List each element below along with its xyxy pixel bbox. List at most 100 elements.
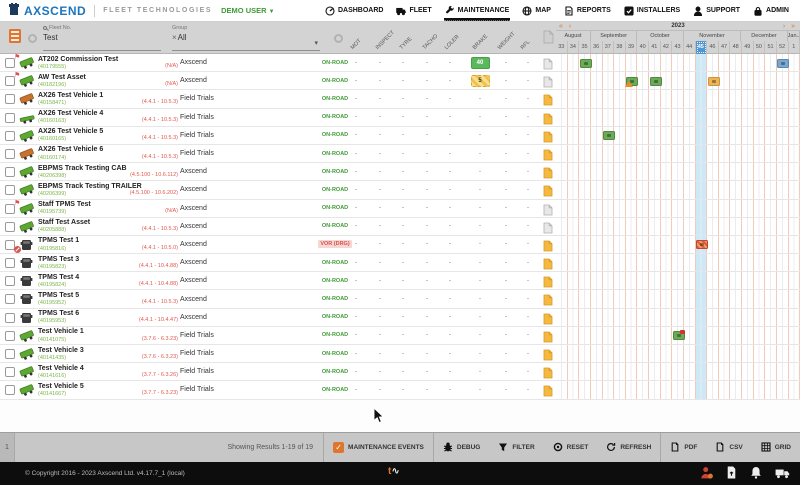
timeline-week-48[interactable]: 48 <box>730 41 742 54</box>
group-dropdown-caret-icon[interactable]: ▾ <box>314 39 318 47</box>
timeline-cell[interactable] <box>579 163 591 180</box>
maintenance-events-button[interactable]: ✓MAINTENANCE EVENTS <box>323 433 433 462</box>
timeline-cell[interactable] <box>579 127 591 144</box>
timeline-cell[interactable] <box>603 272 615 289</box>
timeline-cell[interactable] <box>661 145 673 162</box>
timeline-cell[interactable] <box>556 145 568 162</box>
table-row[interactable]: Staff Test Asset(40205888)(4.4.1 - 10.5.… <box>0 218 800 236</box>
timeline-cell[interactable] <box>765 381 777 398</box>
timeline-cell[interactable] <box>707 181 719 198</box>
vehicle-name[interactable]: TPMS Test 5 <box>38 292 79 299</box>
timeline-cell[interactable] <box>765 218 777 235</box>
timeline-cell[interactable] <box>661 109 673 126</box>
timeline-cell[interactable] <box>591 363 603 380</box>
maintenance-event-marker[interactable] <box>673 331 685 340</box>
timeline-cell[interactable] <box>568 327 580 344</box>
timeline-cell[interactable] <box>591 236 603 253</box>
timeline-week-44[interactable]: 44 <box>684 41 696 54</box>
timeline-cell[interactable] <box>742 345 754 362</box>
timeline-cell[interactable] <box>556 181 568 198</box>
fleet-no-field[interactable]: Fleet No. Test <box>43 25 161 51</box>
timeline-cell[interactable] <box>730 272 742 289</box>
timeline-prev-buttons[interactable]: « ‹ <box>559 22 573 31</box>
timeline-cell[interactable] <box>626 381 638 398</box>
timeline-cell[interactable] <box>730 290 742 307</box>
nav-map[interactable]: MAP <box>521 3 552 19</box>
table-row[interactable]: AX26 Test Vehicle 6(40160174)(4.4.1 - 10… <box>0 145 800 163</box>
timeline-cell[interactable] <box>719 218 731 235</box>
timeline-cell[interactable] <box>614 381 626 398</box>
timeline-cell[interactable] <box>719 127 731 144</box>
timeline-cell[interactable] <box>684 290 696 307</box>
timeline-cell[interactable] <box>765 127 777 144</box>
timeline-cell[interactable] <box>579 200 591 217</box>
timeline-cell[interactable] <box>603 200 615 217</box>
timeline-cell[interactable] <box>765 200 777 217</box>
timeline-week-50[interactable]: 50 <box>754 41 766 54</box>
maintenance-event-marker[interactable] <box>580 59 592 68</box>
timeline-cell[interactable] <box>568 90 580 107</box>
timeline-cell[interactable] <box>696 272 708 289</box>
timeline-cell[interactable] <box>603 254 615 271</box>
timeline-cell[interactable] <box>661 72 673 89</box>
reset-button[interactable]: RESET <box>544 433 598 462</box>
timeline-cell[interactable] <box>777 236 789 253</box>
timeline-cell[interactable] <box>556 200 568 217</box>
timeline-cell[interactable] <box>789 181 800 198</box>
timeline-cell[interactable] <box>707 381 719 398</box>
timeline-cell[interactable] <box>614 181 626 198</box>
table-row[interactable]: ⚑AW Test Asset(40182196)(N/A)AxscendON-R… <box>0 72 800 90</box>
timeline-cell[interactable] <box>754 272 766 289</box>
timeline-cell[interactable] <box>719 363 731 380</box>
timeline-cell[interactable] <box>614 145 626 162</box>
timeline-cell[interactable] <box>603 381 615 398</box>
timeline-cell[interactable] <box>707 200 719 217</box>
timeline-cell[interactable] <box>556 72 568 89</box>
table-row[interactable]: TPMS Test 1(40195816)(4.4.1 - 10.5.0)Axs… <box>0 236 800 254</box>
timeline-cell[interactable] <box>730 72 742 89</box>
timeline-cell[interactable] <box>742 363 754 380</box>
timeline-cell[interactable] <box>754 290 766 307</box>
timeline-cell[interactable] <box>684 163 696 180</box>
timeline-cell[interactable] <box>568 200 580 217</box>
timeline-cell[interactable] <box>754 363 766 380</box>
timeline-cell[interactable] <box>672 145 684 162</box>
timeline-cell[interactable] <box>556 127 568 144</box>
timeline-cell[interactable] <box>696 363 708 380</box>
timeline-cell[interactable] <box>579 254 591 271</box>
timeline-cell[interactable] <box>742 381 754 398</box>
nav-support[interactable]: SUPPORT <box>692 3 741 19</box>
timeline-cell[interactable] <box>765 109 777 126</box>
timeline-cell[interactable] <box>754 345 766 362</box>
vehicle-name[interactable]: EBPMS Track Testing CAB <box>38 165 127 172</box>
debug-button[interactable]: DEBUG <box>433 433 489 462</box>
timeline-week-38[interactable]: 38 <box>614 41 626 54</box>
timeline-cell[interactable] <box>765 72 777 89</box>
bell-icon[interactable] <box>750 466 762 484</box>
timeline-cell[interactable] <box>614 327 626 344</box>
table-row[interactable]: TPMS Test 3(40195823)(4.4.1 - 10.4.88)Ax… <box>0 254 800 272</box>
timeline-cell[interactable] <box>649 109 661 126</box>
timeline-cell[interactable] <box>672 54 684 71</box>
timeline-cell[interactable] <box>730 381 742 398</box>
timeline-cell[interactable] <box>696 254 708 271</box>
timeline-cell[interactable] <box>568 309 580 326</box>
timeline-cell[interactable] <box>765 309 777 326</box>
timeline-cell[interactable] <box>742 200 754 217</box>
nav-reports[interactable]: REPORTS <box>563 3 612 19</box>
timeline-cell[interactable] <box>696 345 708 362</box>
timeline-cell[interactable] <box>730 327 742 344</box>
timeline-cell[interactable] <box>707 327 719 344</box>
timeline-week-46[interactable]: 46 <box>707 41 719 54</box>
truck-icon[interactable] <box>775 466 790 484</box>
timeline-cell[interactable] <box>579 236 591 253</box>
timeline-cell[interactable] <box>568 363 580 380</box>
timeline-cell[interactable] <box>661 127 673 144</box>
table-row[interactable]: TPMS Test 5(40195952)(4.4.1 - 10.5.3)Axs… <box>0 290 800 308</box>
timeline-cell[interactable] <box>719 200 731 217</box>
timeline-cell[interactable] <box>614 345 626 362</box>
timeline-cell[interactable] <box>603 109 615 126</box>
timeline-cell[interactable] <box>591 127 603 144</box>
timeline-week-40[interactable]: 40 <box>637 41 649 54</box>
timeline-cell[interactable] <box>719 145 731 162</box>
